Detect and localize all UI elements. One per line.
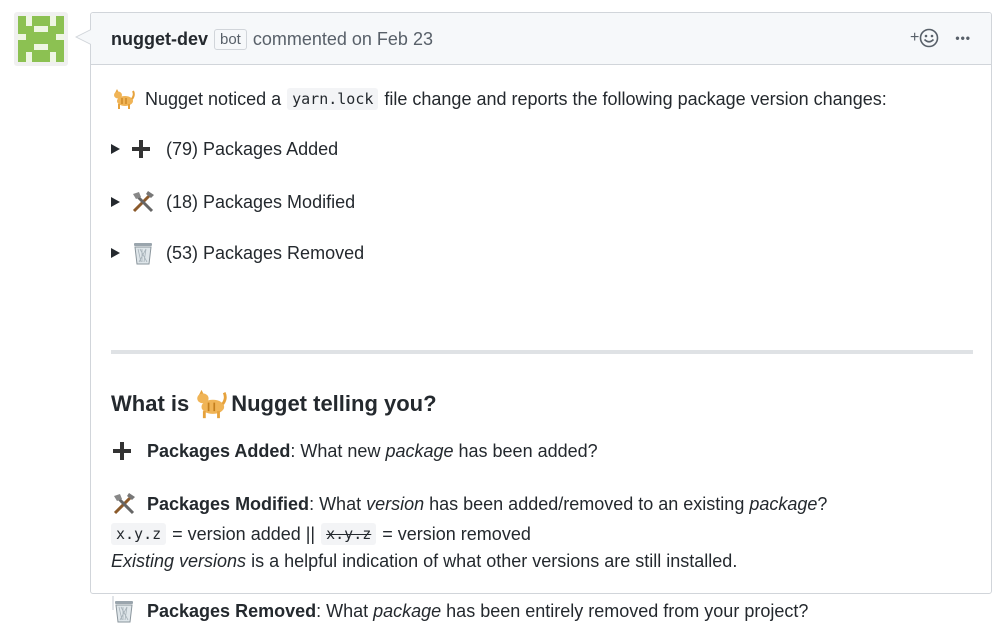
summary-label: (18) Packages Modified (166, 191, 356, 212)
version-removed-text: = version removed (382, 523, 531, 544)
add-reaction-button[interactable]: + (910, 28, 939, 48)
explainer-removed-t1: : What (316, 600, 374, 621)
summary-packages-added[interactable]: (79) Packages Added (111, 138, 338, 160)
explainer-modified-t1: : What (309, 493, 367, 514)
explainer-versions: x.y.z = version added || x.y.z = version… (111, 523, 531, 545)
existing-versions-em: Existing versions (111, 551, 247, 571)
explainer-modified-t3: ? (817, 493, 828, 514)
version-added-code: x.y.z (111, 523, 167, 545)
plus-icon (113, 442, 131, 460)
summary-label: (53) Packages Removed (166, 242, 365, 263)
explainer-modified-em2: package (749, 493, 818, 514)
explainer-added: Packages Added : What new package has be… (111, 440, 598, 462)
bot-badge: bot (214, 29, 247, 50)
explainer-modified-em1: version (366, 493, 425, 514)
summary-label: (79) Packages Added (166, 138, 339, 159)
heading-text-after: Nugget telling you? (231, 391, 437, 416)
wastebasket-icon (134, 243, 152, 265)
cat-icon (197, 389, 227, 419)
avatar[interactable] (14, 12, 68, 66)
explainer-modified-t2: has been added/removed to an existing (424, 493, 750, 514)
cat-icon (114, 89, 135, 109)
explainer-modified-bold: Packages Modified (147, 493, 310, 514)
explainer-removed-t2: has been entirely removed from your proj… (441, 600, 809, 621)
explainer-removed: Packages Removed : What package has been… (111, 598, 808, 624)
version-removed-code: x.y.z (321, 523, 377, 545)
explainer-added-t1: : What new (290, 440, 386, 461)
explainer-removed-bold: Packages Removed (147, 600, 317, 621)
explainer-heading: What is Nugget telling you? (111, 387, 437, 421)
summary-packages-removed[interactable]: (53) Packages Removed (111, 240, 364, 266)
explainer-modified: Packages Modified : What version has bee… (111, 491, 827, 517)
explainer-existing: Existing versions is a helpful indicatio… (111, 551, 737, 572)
comment-box: nugget-dev bot commented on Feb 23 + ••• (75, 12, 992, 623)
comment-header: nugget-dev bot commented on Feb 23 + ••• (91, 13, 991, 65)
heading-text-before: What is (111, 391, 190, 416)
explainer-added-bold: Packages Added (147, 440, 291, 461)
disclosure-triangle-icon (111, 197, 120, 207)
version-added-text: = version added || (172, 523, 316, 544)
summary-packages-modified[interactable]: (18) Packages Modified (111, 189, 355, 215)
explainer-added-em: package (385, 440, 454, 461)
explainer-added-t2: has been added? (453, 440, 598, 461)
explainer-removed-em: package (373, 600, 442, 621)
intro-text-before: Nugget noticed a (145, 88, 282, 109)
smiley-icon (920, 28, 939, 48)
existing-versions-text: is a helpful indication of what other ve… (246, 551, 738, 571)
yarn-lock-code: yarn.lock (287, 88, 379, 110)
comment-timestamp[interactable]: commented on Feb 23 (253, 29, 433, 50)
intro-line: Nugget noticed a yarn.lock file change a… (111, 87, 887, 111)
disclosure-triangle-icon (111, 248, 120, 258)
add-reaction-plus: + (910, 29, 920, 46)
plus-icon (132, 140, 150, 158)
author-link[interactable]: nugget-dev (111, 29, 208, 50)
tools-icon (113, 493, 135, 515)
disclosure-triangle-icon (111, 144, 120, 154)
wastebasket-icon (115, 601, 133, 623)
intro-text-after: file change and reports the following pa… (384, 88, 887, 109)
more-options-button[interactable]: ••• (955, 31, 971, 45)
comment-caret-inner (77, 30, 91, 44)
tools-icon (132, 191, 154, 213)
horizontal-rule (111, 350, 973, 354)
